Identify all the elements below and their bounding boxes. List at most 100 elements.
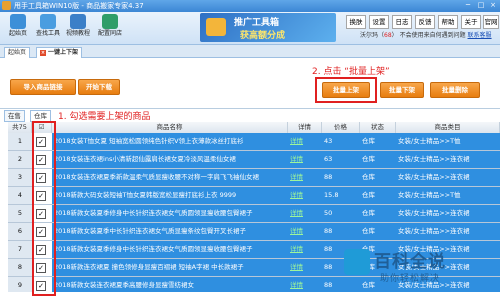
- table-row[interactable]: 6 ✓ 2018新款女装夏季中长针织连衣裙女气质显瘦条纹包臀开叉长裙子 详情 88 仓库女…: [8, 223, 500, 241]
- website-button[interactable]: 官网: [483, 15, 499, 29]
- detail-link[interactable]: 详情: [290, 281, 303, 289]
- tab-bar: 起始页 × 一键上下架: [0, 45, 500, 58]
- detail-link-cell[interactable]: 详情: [288, 205, 322, 222]
- feedback-button[interactable]: 反馈: [415, 15, 435, 29]
- status-text: 不会使用来自何遇到问题: [399, 32, 466, 39]
- table-row[interactable]: 3 ✓ 2018女装连衣裙夏季新款温柔气质显瘦收腰不对称一字肩飞飞袖仙女裙 详情 88 仓…: [8, 169, 500, 187]
- batch-delete-button[interactable]: 批量删除: [430, 82, 480, 98]
- product-category: 女装/女士精品>>连衣裙: [398, 173, 470, 181]
- table-row[interactable]: 5 ✓ 2018新款女装夏季修身中长针织连衣裙女气质圆领显瘦收腰包臀裙子 详情 50 仓库…: [8, 205, 500, 223]
- detail-link-cell[interactable]: 详情: [288, 187, 322, 204]
- watermark-title: 百科全说: [374, 252, 446, 272]
- detail-link-cell[interactable]: 详情: [288, 169, 322, 186]
- product-category: 女装/女士精品>>连衣裙: [398, 155, 470, 163]
- row-number: 5: [8, 205, 32, 222]
- row-number: 7: [8, 241, 32, 258]
- toolbar-video-button[interactable]: 视频教程: [64, 14, 92, 42]
- row-number: 6: [8, 223, 32, 240]
- store-icon: [102, 14, 118, 29]
- home-icon: [10, 14, 26, 29]
- toolbar-video-label: 视频教程: [65, 30, 90, 37]
- table-row[interactable]: 2 ✓ 2018女装连衣裙ins小清新超仙露肩长裙女夏冷淡风温柔仙女裙 详情 63 仓库女…: [8, 151, 500, 169]
- detail-link[interactable]: 详情: [290, 191, 303, 199]
- batch-delist-button[interactable]: 批量下架: [380, 82, 424, 98]
- detail-link-cell[interactable]: 详情: [288, 223, 322, 240]
- tab-listing[interactable]: × 一键上下架: [36, 47, 83, 58]
- product-price: 15.8: [324, 191, 339, 199]
- batch-listing-highlight: [315, 77, 377, 103]
- product-status: 仓库: [362, 137, 375, 145]
- contact-support-link[interactable]: 联系客服: [468, 32, 492, 39]
- status-count: 68: [384, 32, 392, 39]
- maximize-button[interactable]: □: [475, 1, 487, 10]
- tab-home[interactable]: 起始页: [4, 47, 31, 58]
- detail-link[interactable]: 详情: [290, 227, 303, 235]
- product-name: 2018女装连衣裙夏季新款温柔气质显瘦收腰不对称一字肩飞飞袖仙女裙: [54, 173, 260, 181]
- settings-button[interactable]: 设置: [369, 15, 389, 29]
- toolbar-search-button[interactable]: 查找工具: [34, 14, 62, 42]
- product-category: 女装/女士精品>>连衣裙: [398, 209, 470, 217]
- product-price: 43: [324, 137, 333, 145]
- table-row[interactable]: 1 ✓ 2018女装T恤女夏 短袖宽松圆领纯色针织V领上衣薄款冰丝打底衫 详情 43 仓库…: [8, 133, 500, 151]
- product-category: 女装/女士精品>>连衣裙: [398, 227, 470, 235]
- product-status: 仓库: [362, 191, 375, 199]
- product-price: 50: [324, 209, 333, 217]
- row-number: 4: [8, 187, 32, 204]
- detail-link[interactable]: 详情: [290, 173, 303, 181]
- product-name: 2018女装T恤女夏 短袖宽松圆领纯色针织V领上衣薄款冰丝打底衫: [54, 137, 244, 145]
- step2-annotation: 2. 点击 “批量上架”: [312, 67, 390, 77]
- close-button[interactable]: ×: [487, 1, 499, 10]
- row-number: 2: [8, 151, 32, 168]
- detail-link-cell[interactable]: 详情: [288, 151, 322, 168]
- banner-line2: 获高额分成: [240, 31, 286, 41]
- close-tab-icon[interactable]: ×: [40, 49, 46, 56]
- detail-link[interactable]: 详情: [290, 137, 303, 145]
- app-logo-icon: [2, 1, 11, 10]
- promo-banner[interactable]: 推广工具箱 获高额分成: [200, 13, 336, 42]
- about-button[interactable]: 关于: [461, 15, 481, 29]
- product-name: 2018新款连衣裙夏 撞色领修身显瘦百褶裙 短袖A字裙 中长款裙子: [54, 263, 244, 271]
- product-status: 仓库: [362, 173, 375, 181]
- subtab-on-sale[interactable]: 在售: [4, 110, 25, 122]
- product-name: 2018新款女装连衣裙夏季高腰修身显瘦雪纺裙女: [54, 281, 195, 289]
- status-prefix: 沃尔玛（: [360, 32, 385, 39]
- detail-link-cell[interactable]: 详情: [288, 259, 322, 276]
- toolbar-home-button[interactable]: 起始页: [4, 14, 32, 42]
- table-row[interactable]: 4 ✓ 2018新款大码女装短袖T恤女夏韩版宽松显瘦打底衫上衣 9999 详情 15.8…: [8, 187, 500, 205]
- step1-annotation: 1. 勾选需要上架的商品: [58, 112, 151, 122]
- detail-link[interactable]: 详情: [290, 155, 303, 163]
- skin-button[interactable]: 换肤: [346, 15, 366, 29]
- watermark-logo-icon: [344, 249, 370, 275]
- row-number: 3: [8, 169, 32, 186]
- minimize-button[interactable]: ─: [462, 1, 474, 10]
- row-number: 9: [8, 277, 32, 292]
- header-category: 商品类目: [396, 122, 500, 133]
- product-name: 2018新款女装夏季修身中长针织连衣裙女气质圆领显瘦收腰包臀裙子: [54, 245, 253, 253]
- header-name: 商品名称: [52, 122, 288, 133]
- watermark-subtitle: 助你轻松解决: [380, 274, 441, 284]
- status-line: 沃尔玛（68） 不会使用来自何遇到问题 联系客服: [360, 30, 500, 42]
- product-name: 2018新款大码女装短袖T恤女夏韩版宽松显瘦打底衫上衣 9999: [54, 191, 237, 199]
- toolbar-store-button[interactable]: 配置同店: [96, 14, 124, 42]
- detail-link-cell[interactable]: 详情: [288, 241, 322, 258]
- detail-link[interactable]: 详情: [290, 263, 303, 271]
- detail-link[interactable]: 详情: [290, 209, 303, 217]
- product-name: 2018新款女装夏季修身中长针织连衣裙女气质圆领显瘦收腰包臀裙子: [54, 209, 253, 217]
- detail-link-cell[interactable]: 详情: [288, 133, 322, 150]
- detail-link-cell[interactable]: 详情: [288, 277, 322, 292]
- product-name: 2018新款女装夏季中长针织连衣裙女气质显瘦条纹包臀开叉长裙子: [54, 227, 247, 235]
- header-status: 状态: [360, 122, 396, 133]
- product-category: 女装/女士精品>>T恤: [398, 191, 461, 199]
- header-detail: 详情: [288, 122, 322, 133]
- start-download-button[interactable]: 开始下载: [78, 79, 120, 95]
- detail-link[interactable]: 详情: [290, 245, 303, 253]
- import-links-button[interactable]: 导入商品链接: [10, 79, 76, 95]
- log-button[interactable]: 日志: [392, 15, 412, 29]
- row-number: 8: [8, 259, 32, 276]
- help-button[interactable]: 帮助: [438, 15, 458, 29]
- watermark: 百科全说 助你轻松解决: [344, 247, 500, 292]
- product-status: 仓库: [362, 155, 375, 163]
- product-status: 仓库: [362, 227, 375, 235]
- header-count: 共75: [8, 122, 32, 133]
- title-bar: 甩手工具箱WIN10版 - 商品搬家专家4.37 ─ □ ×: [0, 0, 500, 12]
